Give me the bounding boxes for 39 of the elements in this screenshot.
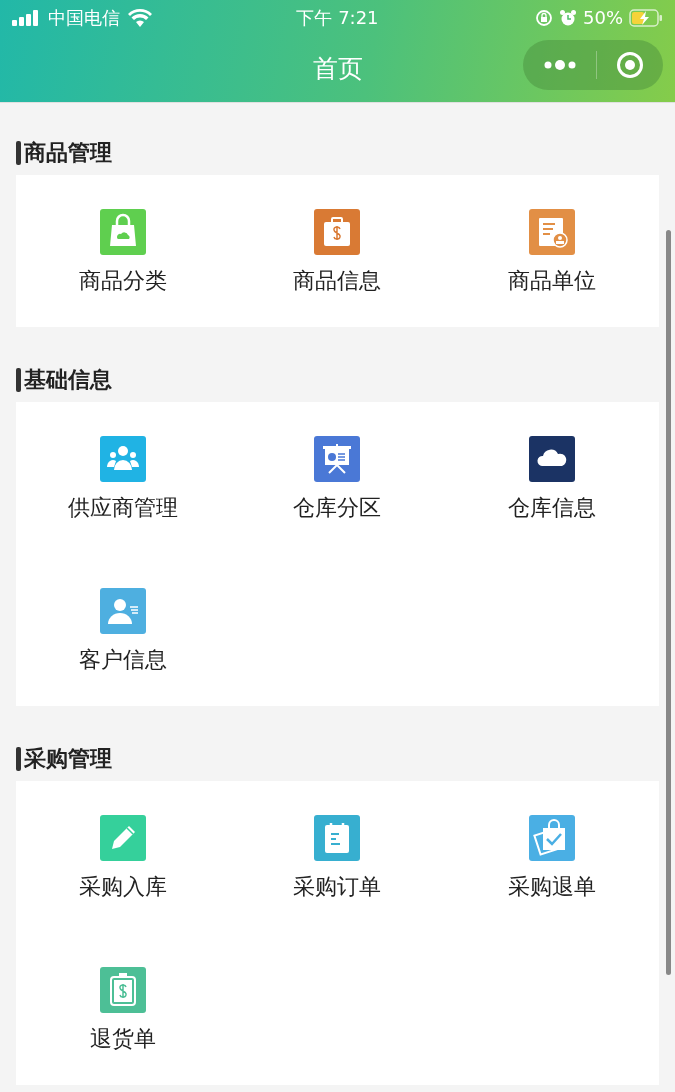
section-title: 商品管理 [24, 139, 112, 167]
section-title: 采购管理 [24, 745, 112, 773]
clock-time: 下午 7:21 [296, 5, 379, 30]
wifi-icon [128, 8, 152, 27]
people-icon[interactable] [100, 436, 147, 482]
menu-label[interactable]: 采购订单 [293, 873, 382, 901]
carrier-name: 中国电信 [48, 5, 120, 30]
stamp-icon[interactable] [528, 209, 575, 255]
check-icon[interactable] [528, 815, 575, 861]
menu-label[interactable]: 采购入库 [79, 873, 168, 901]
contact-icon[interactable] [100, 588, 147, 634]
section-marker [16, 368, 21, 392]
signal-icon [12, 9, 40, 26]
menu-label[interactable]: 采购退单 [507, 873, 596, 901]
menu-label[interactable]: 仓库信息 [507, 494, 596, 522]
menu-label[interactable]: 仓库分区 [293, 494, 382, 522]
clipboard-icon[interactable] [100, 967, 147, 1013]
menu-label[interactable]: 商品分类 [79, 267, 168, 295]
board-icon[interactable] [314, 436, 361, 482]
menu-label[interactable]: 退货单 [90, 1025, 157, 1053]
bag-icon[interactable] [100, 209, 147, 255]
cloud-icon[interactable] [528, 436, 575, 482]
battery-icon [629, 8, 663, 27]
battery-percent: 50% [583, 7, 623, 28]
moneybag-icon[interactable] [314, 209, 361, 255]
rotation-lock-icon [535, 8, 553, 27]
menu-label[interactable]: 供应商管理 [68, 494, 179, 522]
more-icon[interactable] [542, 59, 577, 71]
section-title: 基础信息 [24, 366, 112, 394]
page-title: 首页 [312, 53, 363, 85]
section-marker [16, 747, 21, 771]
pencil-icon[interactable] [100, 815, 147, 861]
notepad-icon[interactable] [314, 815, 361, 861]
alarm-icon [559, 8, 577, 27]
close-target-icon[interactable] [615, 51, 644, 79]
menu-label[interactable]: 商品单位 [507, 267, 596, 295]
menu-label[interactable]: 商品信息 [293, 267, 382, 295]
menu-label[interactable]: 客户信息 [79, 646, 168, 674]
section-marker [16, 141, 21, 165]
